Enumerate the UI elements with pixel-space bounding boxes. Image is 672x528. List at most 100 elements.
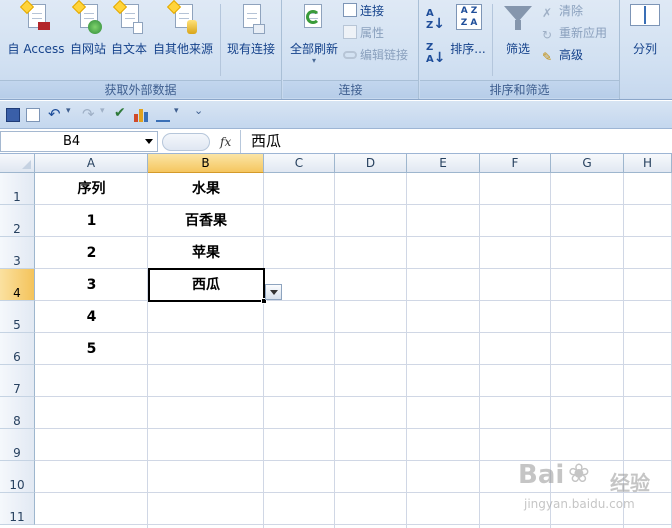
chevron-down-icon: ▾	[311, 56, 316, 65]
clear-filter-icon: ✗	[542, 6, 553, 20]
text-file-icon	[112, 0, 143, 34]
connections-icon	[343, 3, 357, 17]
redo-icon[interactable]: ↷	[82, 105, 96, 123]
row-header-7[interactable]: 7	[0, 365, 35, 397]
access-icon	[19, 0, 50, 34]
formula-input[interactable]: 西瓜	[240, 130, 672, 153]
group-connections: 全部刷新 ▾ 连接 属性 编辑链接 连接	[283, 0, 419, 99]
active-cell-border[interactable]	[148, 268, 267, 304]
connections-button[interactable]: 连接	[343, 1, 384, 21]
chart-icon[interactable]	[134, 108, 148, 122]
group-label-sort-filter: 排序和筛选	[420, 80, 619, 98]
row-header-9[interactable]: 9	[0, 429, 35, 461]
gridline	[35, 396, 672, 397]
undo-icon[interactable]: ↶	[48, 105, 62, 123]
column-header-f[interactable]: F	[480, 154, 551, 173]
group-label-connections: 连接	[283, 80, 418, 98]
column-header-c[interactable]: C	[264, 154, 335, 173]
database-icon	[166, 0, 197, 34]
chevron-down-icon[interactable]: ▾	[174, 106, 188, 120]
ribbon: 自 Access 自网站 自文本 自其他来源 现有连接 获取外部数据 全部刷新 …	[0, 0, 672, 100]
column-header-h[interactable]: H	[624, 154, 672, 173]
validation-dropdown-button[interactable]	[265, 284, 282, 300]
from-web-button[interactable]: 自网站	[68, 0, 108, 64]
function-area: fx	[162, 133, 238, 151]
insert-function-icon[interactable]: fx	[220, 133, 231, 151]
sort-za-icon: ZA	[426, 42, 434, 65]
paw-icon: ❀	[568, 459, 590, 489]
row-header-1[interactable]: 1	[0, 173, 35, 205]
from-text-button[interactable]: 自文本	[109, 0, 149, 64]
row-header-11[interactable]: 11	[0, 493, 35, 525]
text-to-columns-button[interactable]: 分列	[625, 2, 665, 64]
cell-b3[interactable]: 苹果	[148, 237, 264, 269]
sort-button[interactable]: A ZZ A 排序...	[448, 2, 488, 64]
row-header-10[interactable]: 10	[0, 461, 35, 493]
column-header-b[interactable]: B	[148, 154, 264, 173]
select-all-corner[interactable]	[0, 154, 35, 173]
separator	[492, 4, 493, 76]
advanced-filter-button[interactable]: ✎ 高级	[542, 45, 583, 65]
formula-controls[interactable]	[162, 133, 210, 151]
sort-dialog-icon: A ZZ A	[454, 2, 482, 30]
filter-button[interactable]: 筛选	[498, 2, 538, 64]
cell-a1[interactable]: 序列	[35, 173, 148, 205]
group-data-tools: 分列	[621, 0, 672, 99]
cell-b1[interactable]: 水果	[148, 173, 264, 205]
row-header-8[interactable]: 8	[0, 397, 35, 429]
row-header-3[interactable]: 3	[0, 237, 35, 269]
format-icon[interactable]	[156, 108, 170, 122]
cell-a4[interactable]: 3	[35, 269, 148, 301]
cell-a3[interactable]: 2	[35, 237, 148, 269]
link-icon	[343, 51, 357, 59]
customize-toolbar-icon[interactable]: ⌄	[194, 104, 208, 118]
row-header-2[interactable]: 2	[0, 205, 35, 237]
reapply-button[interactable]: ↻ 重新应用	[542, 23, 607, 43]
chevron-down-icon[interactable]: ▾	[100, 106, 114, 120]
formula-bar: B4 fx 西瓜	[0, 130, 672, 154]
gridline	[334, 173, 335, 528]
web-icon	[71, 0, 102, 34]
sort-descending-button[interactable]: Z A↓	[426, 42, 445, 65]
column-header-d[interactable]: D	[335, 154, 407, 173]
check-icon[interactable]: ✔	[114, 105, 128, 121]
row-header-5[interactable]: 5	[0, 301, 35, 333]
advanced-filter-icon: ✎	[542, 50, 553, 64]
existing-connections-button[interactable]: 现有连接	[223, 2, 279, 64]
group-sort-filter: A Z↓ Z A↓ A ZZ A 排序... 筛选 ✗ 清除 ↻ 重新应用 ✎ 高级	[420, 0, 620, 99]
row-header-6[interactable]: 6	[0, 333, 35, 365]
key-icon	[38, 22, 50, 30]
clear-filter-button[interactable]: ✗ 清除	[542, 1, 583, 21]
globe-icon	[88, 20, 102, 34]
save-icon[interactable]	[6, 108, 20, 122]
properties-icon	[343, 25, 357, 39]
column-header-g[interactable]: G	[551, 154, 624, 173]
cell-a6[interactable]: 5	[35, 333, 148, 365]
group-label-external-data: 获取外部数据	[0, 80, 281, 98]
filter-funnel-icon	[504, 2, 532, 34]
row-header-4[interactable]: 4	[0, 269, 35, 301]
cell-a2[interactable]: 1	[35, 205, 148, 237]
chevron-down-icon[interactable]	[145, 139, 153, 144]
new-document-icon[interactable]	[26, 108, 40, 122]
gridline	[35, 428, 672, 429]
from-other-sources-button[interactable]: 自其他来源	[150, 0, 216, 64]
properties-button[interactable]: 属性	[343, 23, 384, 43]
text-to-columns-icon	[630, 2, 660, 28]
name-box[interactable]: B4	[0, 131, 158, 152]
chevron-down-icon[interactable]: ▾	[66, 106, 80, 120]
column-header-a[interactable]: A	[35, 154, 148, 173]
cell-b2[interactable]: 百香果	[148, 205, 264, 237]
separator	[220, 4, 221, 76]
edit-links-button[interactable]: 编辑链接	[343, 45, 408, 65]
watermark: Bai ❀ 经验 jingyan.baidu.com	[518, 459, 650, 511]
refresh-icon	[300, 2, 328, 34]
refresh-all-button[interactable]: 全部刷新 ▾	[287, 2, 341, 65]
from-access-button[interactable]: 自 Access	[4, 0, 68, 64]
cell-a5[interactable]: 4	[35, 301, 148, 333]
column-header-e[interactable]: E	[407, 154, 480, 173]
gridline	[479, 173, 480, 528]
quick-access-toolbar: ↶ ▾ ↷ ▾ ✔ ▾ ⌄	[0, 101, 672, 129]
sort-ascending-button[interactable]: A Z↓	[426, 8, 445, 31]
gridline	[406, 173, 407, 528]
